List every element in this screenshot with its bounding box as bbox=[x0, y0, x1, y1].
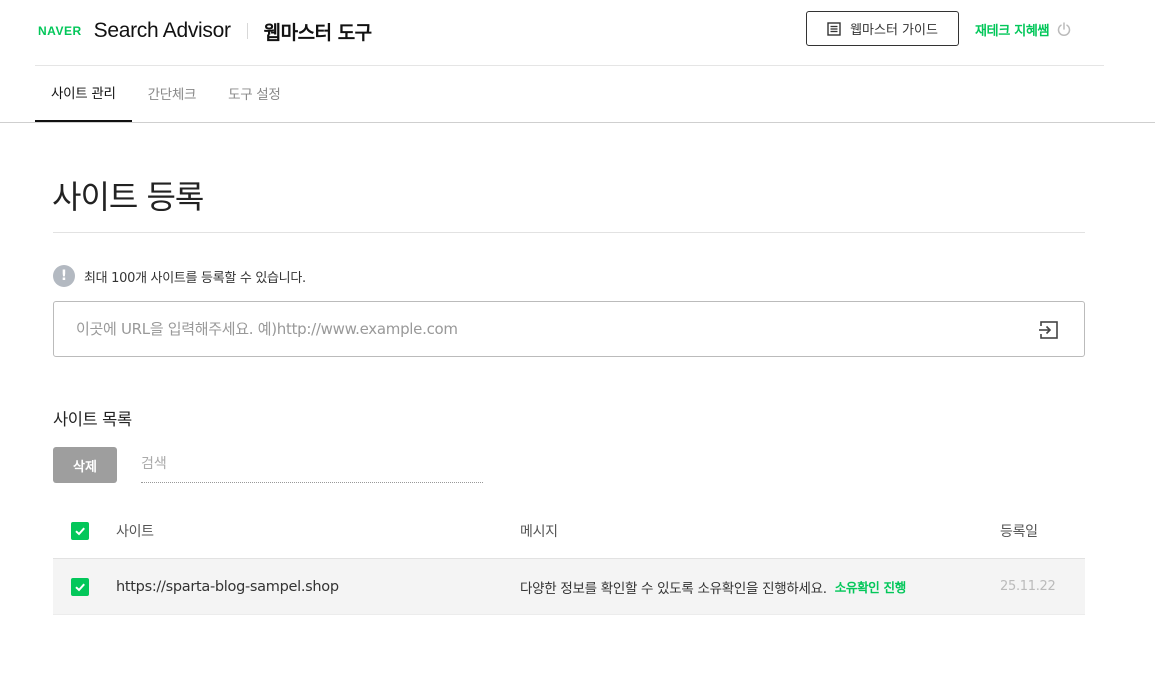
tab-quick-check[interactable]: 간단체크 bbox=[132, 66, 212, 122]
check-icon bbox=[75, 583, 85, 591]
select-all-checkbox[interactable] bbox=[71, 521, 89, 540]
brand-divider bbox=[246, 23, 248, 39]
nav-tabs: 사이트 관리 간단체크 도구 설정 bbox=[35, 66, 297, 122]
check-icon bbox=[75, 527, 85, 535]
table-row[interactable]: https://sparta-blog-sampel.shop 다양한 정보를 … bbox=[53, 559, 1085, 615]
power-icon[interactable] bbox=[1056, 21, 1072, 37]
url-input-box bbox=[53, 301, 1085, 357]
registration-date: 25.11.22 bbox=[1000, 579, 1056, 594]
list-icon bbox=[827, 21, 841, 36]
header-date: 등록일 bbox=[1000, 523, 1038, 540]
search-input[interactable] bbox=[141, 449, 483, 479]
search-box bbox=[141, 449, 483, 483]
url-input[interactable] bbox=[76, 302, 1016, 356]
delete-button[interactable]: 삭제 bbox=[53, 447, 117, 483]
user-name[interactable]: 재테크 지혜쌤 bbox=[975, 20, 1049, 39]
tab-site-management[interactable]: 사이트 관리 bbox=[35, 66, 132, 122]
notice: ! 최대 100개 사이트를 등록할 수 있습니다. bbox=[53, 265, 306, 287]
webmaster-guide-button[interactable]: 웹마스터 가이드 bbox=[806, 11, 959, 46]
row-checkbox[interactable] bbox=[71, 577, 89, 596]
row-check-cell bbox=[71, 559, 89, 614]
title-divider bbox=[53, 232, 1085, 233]
message-text: 다양한 정보를 확인할 수 있도록 소유확인을 진행하세요. bbox=[520, 580, 827, 597]
select-all-cell bbox=[71, 503, 89, 558]
tabs-divider bbox=[0, 122, 1155, 123]
top-header: NAVER Search Advisor 웹마스터 도구 웹마스터 가이드 재테… bbox=[35, 0, 1104, 66]
user-area: 재테크 지혜쌤 bbox=[975, 18, 1072, 40]
tab-tool-settings[interactable]: 도구 설정 bbox=[212, 66, 296, 122]
submit-arrow-icon[interactable] bbox=[1038, 319, 1060, 341]
tool-name: 웹마스터 도구 bbox=[263, 21, 373, 44]
date-cell: 25.11.22 bbox=[1000, 559, 1056, 614]
naver-logo: NAVER bbox=[38, 24, 82, 38]
site-cell: https://sparta-blog-sampel.shop bbox=[116, 559, 339, 614]
guide-button-label: 웹마스터 가이드 bbox=[850, 23, 938, 38]
info-icon: ! bbox=[53, 265, 75, 287]
message-cell: 다양한 정보를 확인할 수 있도록 소유확인을 진행하세요. 소유확인 진행 bbox=[520, 559, 906, 614]
notice-text: 최대 100개 사이트를 등록할 수 있습니다. bbox=[84, 270, 306, 286]
verify-ownership-link[interactable]: 소유확인 진행 bbox=[835, 577, 907, 596]
header-site: 사이트 bbox=[116, 523, 154, 540]
table-header: 사이트 메시지 등록일 bbox=[53, 503, 1085, 559]
page-title: 사이트 등록 bbox=[52, 178, 204, 216]
brand[interactable]: NAVER Search Advisor 웹마스터 도구 bbox=[38, 15, 372, 47]
site-table: 사이트 메시지 등록일 https://sparta-blog-sampel.s… bbox=[53, 503, 1085, 615]
site-url-link[interactable]: https://sparta-blog-sampel.shop bbox=[116, 579, 339, 595]
product-name: Search Advisor bbox=[93, 19, 231, 42]
header-message: 메시지 bbox=[520, 523, 558, 540]
site-list-title: 사이트 목록 bbox=[53, 410, 132, 429]
